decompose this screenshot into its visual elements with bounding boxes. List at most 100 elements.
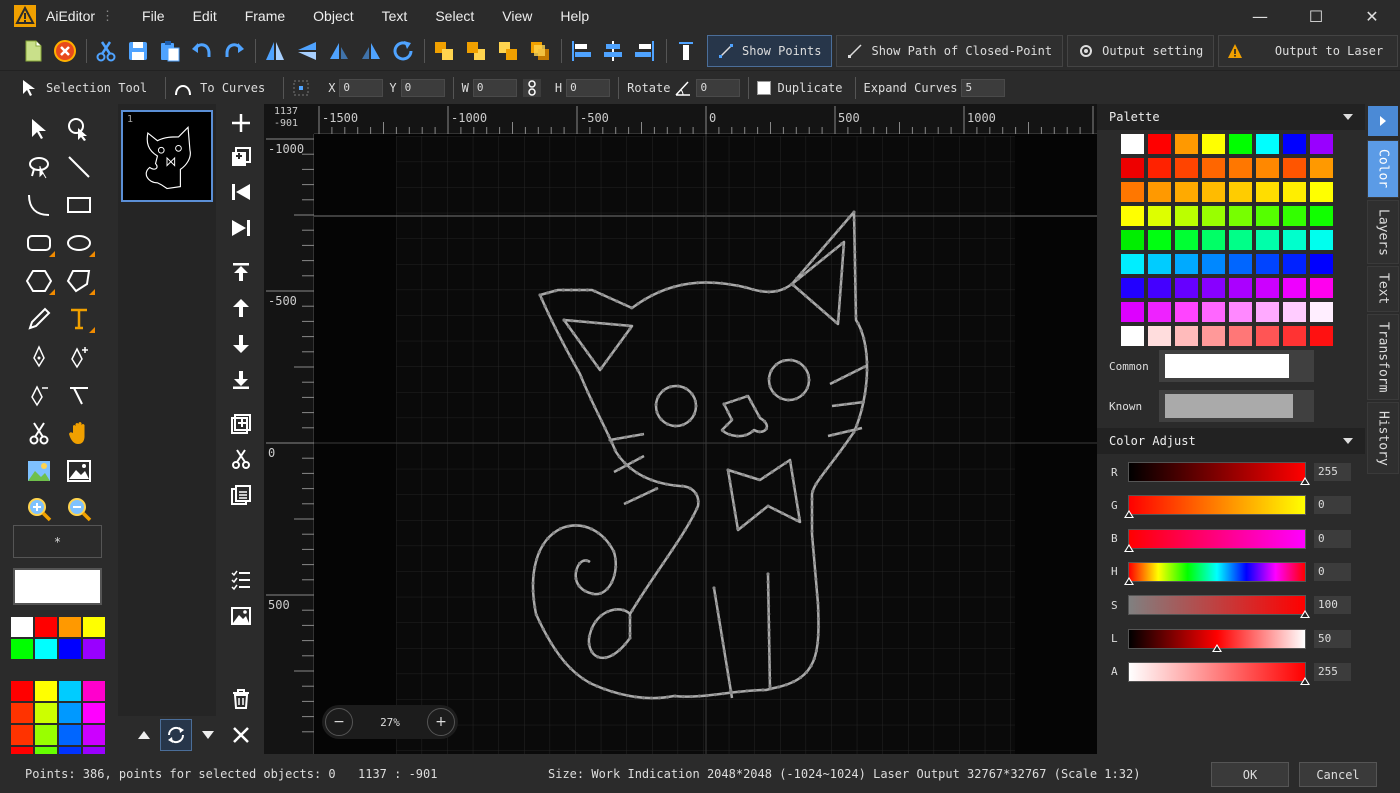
quick-palette-extended-swatch[interactable] (35, 703, 57, 723)
w-input[interactable]: 0 (472, 78, 517, 97)
tab-color[interactable]: Color (1367, 140, 1399, 198)
zoom-out-button[interactable]: − (325, 708, 353, 736)
palette-swatch[interactable] (1174, 133, 1199, 155)
rectangle-tool[interactable] (60, 186, 98, 223)
palette-swatch[interactable] (1309, 229, 1334, 251)
menu-select[interactable]: Select (421, 8, 488, 24)
palette-swatch[interactable] (1255, 133, 1280, 155)
palette-swatch[interactable] (1228, 205, 1253, 227)
palette-swatch[interactable] (1120, 133, 1145, 155)
palette-swatch[interactable] (1201, 229, 1226, 251)
bring-front-icon[interactable] (429, 36, 459, 66)
palette-swatch[interactable] (1228, 253, 1253, 275)
palette-swatch[interactable] (1255, 181, 1280, 203)
slider-thumb[interactable] (1124, 576, 1134, 585)
palette-swatch[interactable] (1309, 325, 1334, 347)
freeform-polygon-tool[interactable] (60, 262, 98, 299)
menu-help[interactable]: Help (546, 8, 603, 24)
palette-swatch[interactable] (1201, 325, 1226, 347)
rounded-rect-tool[interactable] (20, 224, 58, 261)
align-top-icon[interactable] (671, 36, 701, 66)
palette-swatch[interactable] (1282, 253, 1307, 275)
palette-swatch[interactable] (1120, 229, 1145, 251)
first-frame-button[interactable] (226, 177, 256, 207)
palette-swatch[interactable] (1228, 229, 1253, 251)
palette-swatch[interactable] (1201, 205, 1226, 227)
ellipse-tool[interactable] (60, 224, 98, 261)
palette-swatch[interactable] (1282, 229, 1307, 251)
palette-swatch[interactable] (1309, 133, 1334, 155)
adjust-slider[interactable] (1128, 595, 1310, 619)
adjust-value-input[interactable]: 0 (1314, 496, 1351, 515)
duplicate-checkbox[interactable] (757, 80, 772, 95)
lasso-tool[interactable] (20, 148, 58, 185)
adjust-value-input[interactable]: 255 (1314, 662, 1351, 681)
palette-swatch[interactable] (1147, 157, 1172, 179)
palette-swatch[interactable] (1174, 205, 1199, 227)
palette-swatch[interactable] (1282, 205, 1307, 227)
cut-frame-button[interactable] (226, 444, 256, 474)
palette-swatch[interactable] (1120, 277, 1145, 299)
slider-thumb[interactable] (1300, 676, 1310, 685)
palette-swatch[interactable] (1282, 277, 1307, 299)
to-curves-button[interactable]: To Curves (174, 79, 265, 97)
send-backward-icon[interactable] (493, 36, 523, 66)
frame-image-button[interactable] (226, 601, 256, 631)
menu-view[interactable]: View (488, 8, 546, 24)
lock-ratio-button[interactable] (522, 78, 549, 97)
adjust-value-input[interactable]: 50 (1314, 629, 1351, 648)
palette-swatch[interactable] (1228, 133, 1253, 155)
quick-palette-extended-swatch[interactable] (59, 681, 81, 701)
image-tool[interactable] (60, 452, 98, 489)
frame-loop-button[interactable] (160, 719, 192, 751)
palette-header[interactable]: Palette (1097, 104, 1365, 130)
quick-palette-extended-swatch[interactable] (11, 681, 33, 701)
quick-palette-swatch[interactable] (83, 617, 105, 637)
stroke-style-box[interactable]: * (13, 525, 102, 558)
quick-palette-swatch[interactable] (11, 639, 33, 659)
palette-swatch[interactable] (1228, 181, 1253, 203)
undo-icon[interactable] (187, 36, 217, 66)
common-color-box[interactable] (1159, 350, 1314, 382)
quick-palette-swatch[interactable] (59, 639, 81, 659)
quick-palette-extended-swatch[interactable] (35, 681, 57, 701)
adjust-slider[interactable] (1124, 561, 1306, 585)
cancel-button[interactable]: Cancel (1299, 762, 1377, 787)
quick-palette-extended-swatch[interactable] (11, 703, 33, 723)
quick-palette-extended-swatch[interactable] (83, 725, 105, 745)
palette-swatch[interactable] (1174, 157, 1199, 179)
insert-frame-button[interactable] (226, 409, 256, 439)
polygon-tool[interactable] (20, 262, 58, 299)
frame-thumbnail[interactable] (121, 110, 213, 202)
palette-swatch[interactable] (1147, 301, 1172, 323)
palette-swatch[interactable] (1255, 253, 1280, 275)
adjust-slider[interactable] (1124, 528, 1306, 552)
palette-swatch[interactable] (1282, 133, 1307, 155)
add-anchor-tool[interactable] (60, 338, 98, 375)
close-file-icon[interactable] (50, 36, 80, 66)
palette-swatch[interactable] (1201, 301, 1226, 323)
palette-swatch[interactable] (1282, 181, 1307, 203)
palette-swatch[interactable] (1228, 325, 1253, 347)
redo-icon[interactable] (219, 36, 249, 66)
align-center-icon[interactable] (598, 36, 628, 66)
palette-swatch[interactable] (1228, 301, 1253, 323)
pencil-tool[interactable] (20, 300, 58, 337)
adjust-slider[interactable] (1128, 462, 1310, 485)
bring-forward-icon[interactable] (461, 36, 491, 66)
palette-swatch[interactable] (1147, 325, 1172, 347)
adjust-value-input[interactable]: 100 (1314, 596, 1351, 615)
flip-horizontal-icon[interactable] (260, 36, 290, 66)
tab-layers[interactable]: Layers (1367, 200, 1399, 264)
palette-swatch[interactable] (1201, 181, 1226, 203)
x-input[interactable]: 0 (339, 78, 384, 97)
palette-swatch[interactable] (1174, 301, 1199, 323)
convert-anchor-tool[interactable] (60, 376, 98, 413)
quick-palette-swatch[interactable] (35, 617, 57, 637)
palette-swatch[interactable] (1309, 205, 1334, 227)
palette-swatch[interactable] (1255, 229, 1280, 251)
adjust-slider[interactable] (1128, 628, 1306, 652)
palette-swatch[interactable] (1309, 253, 1334, 275)
palette-swatch[interactable] (1174, 229, 1199, 251)
known-color-box[interactable] (1159, 390, 1314, 422)
